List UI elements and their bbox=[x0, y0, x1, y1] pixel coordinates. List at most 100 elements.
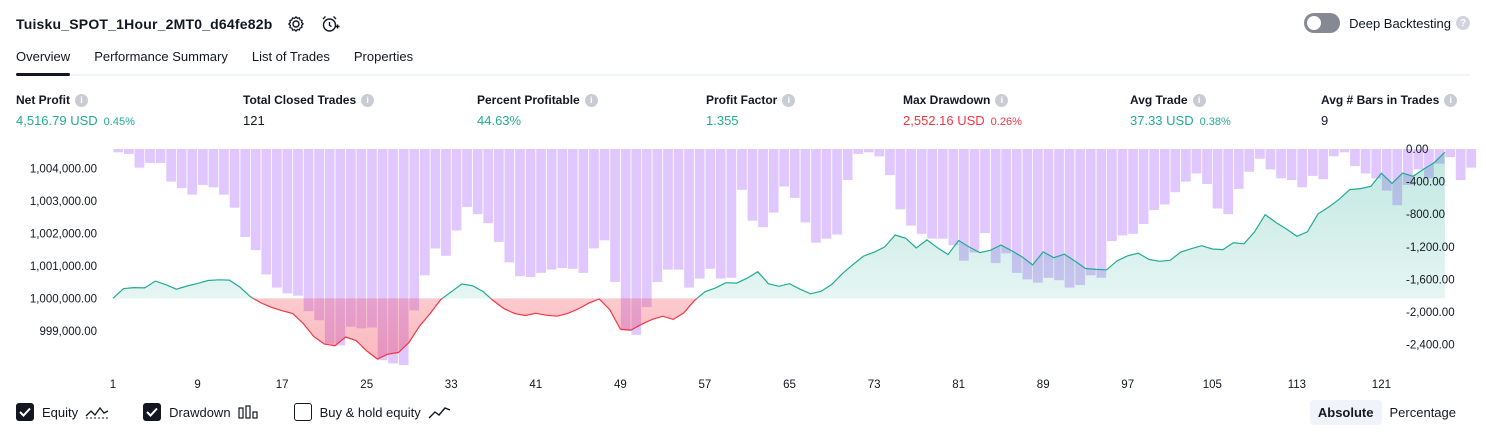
drawdown-bar bbox=[1297, 149, 1308, 188]
drawdown-bar bbox=[589, 149, 599, 249]
info-icon[interactable]: i bbox=[1444, 93, 1458, 107]
metric-label: Net Profit bbox=[16, 93, 70, 107]
drawdown-bar bbox=[599, 149, 610, 241]
info-icon[interactable]: i bbox=[75, 93, 88, 107]
drawdown-bar bbox=[832, 149, 842, 235]
equity-tick-label: 999,000.00 bbox=[39, 326, 97, 338]
drawdown-bar bbox=[430, 149, 441, 249]
equity-axis: 1,004,000.00 1,003,000.00 1,002,000.00 1,00… bbox=[30, 164, 97, 338]
drawdown-bar bbox=[927, 149, 938, 239]
deep-backtesting-control: Deep Backtesting ? bbox=[1304, 13, 1470, 33]
deep-backtesting-toggle[interactable] bbox=[1304, 13, 1341, 33]
drawdown-bar bbox=[885, 149, 895, 176]
settings-icon[interactable] bbox=[286, 14, 306, 34]
drawdown-bar bbox=[641, 149, 652, 308]
drawdown-bar bbox=[1286, 149, 1297, 180]
metric-label: Max Drawdown bbox=[903, 93, 991, 107]
info-icon[interactable]: i bbox=[361, 93, 375, 107]
tab-overview[interactable]: Overview bbox=[16, 46, 71, 76]
trade-tick-label: 17 bbox=[276, 379, 289, 391]
info-icon[interactable]: i bbox=[782, 93, 796, 107]
drawdown-bar bbox=[726, 149, 737, 278]
drawdown-bar bbox=[187, 149, 198, 195]
drawdown-bar bbox=[874, 149, 885, 157]
drawdown-bar bbox=[842, 149, 853, 180]
scale-mode-switch: Absolute Percentage bbox=[1309, 400, 1465, 425]
drawdown-bar bbox=[504, 149, 515, 263]
drawdown-bar bbox=[282, 149, 293, 294]
equity-checkbox[interactable] bbox=[16, 403, 34, 421]
info-icon[interactable]: i bbox=[584, 93, 598, 107]
legend-drawdown: Drawdown bbox=[143, 403, 259, 421]
drawdown-bar bbox=[1159, 149, 1170, 205]
drawdown-bar bbox=[557, 149, 568, 268]
drawdown-tick-label: -1,600.00 bbox=[1406, 274, 1455, 286]
buy-hold-checkbox[interactable] bbox=[293, 403, 312, 421]
drawdown-checkbox[interactable] bbox=[143, 403, 162, 421]
drawdown-bar bbox=[420, 149, 430, 276]
help-icon[interactable]: ? bbox=[1456, 16, 1470, 30]
drawdown-bar bbox=[1350, 149, 1360, 167]
drawdown-bar bbox=[494, 149, 504, 242]
drawdown-bar bbox=[1244, 149, 1255, 172]
drawdown-bar bbox=[1329, 149, 1339, 157]
drawdown-bar bbox=[747, 149, 758, 221]
drawdown-bar bbox=[1276, 149, 1286, 179]
metric-profit-factor: Profit Factor i 1.355 bbox=[706, 93, 796, 128]
metric-net-profit: Net Profit i 4,516.79 USD 0.45% bbox=[16, 93, 135, 128]
drawdown-bar bbox=[800, 149, 811, 223]
metric-total-closed-trades: Total Closed Trades i 121 bbox=[243, 93, 375, 128]
drawdown-label: Drawdown bbox=[169, 404, 231, 420]
drawdown-bar bbox=[1001, 149, 1012, 254]
drawdown-bar bbox=[1107, 149, 1117, 242]
drawdown-bar bbox=[789, 149, 800, 198]
add-alert-icon[interactable] bbox=[320, 14, 340, 34]
drawdown-tick-label: -400.00 bbox=[1406, 177, 1445, 189]
drawdown-bar bbox=[673, 149, 684, 270]
drawdown-bar bbox=[483, 149, 494, 224]
metric-avg-trade: Avg Trade i 37.33 USD 0.38% bbox=[1130, 93, 1231, 128]
drawdown-bar bbox=[1455, 149, 1466, 180]
drawdown-bar bbox=[1181, 149, 1191, 182]
metric-value: 1.355 bbox=[706, 113, 739, 128]
drawdown-bar bbox=[969, 149, 980, 253]
trade-tick-label: 65 bbox=[783, 379, 796, 391]
drawdown-bar bbox=[1202, 149, 1212, 184]
drawdown-bar bbox=[663, 149, 673, 270]
strategy-title: Tuisku_SPOT_1Hour_2MT0_d64fe82b bbox=[16, 16, 273, 32]
legend-buy-hold: Buy & hold equity bbox=[293, 403, 452, 421]
drawdown-bar bbox=[451, 149, 462, 231]
trade-tick-label: 25 bbox=[360, 379, 373, 391]
tab-list-of-trades[interactable]: List of Trades bbox=[252, 46, 330, 74]
drawdown-bar bbox=[409, 149, 420, 311]
drawdown-bar bbox=[853, 149, 864, 154]
drawdown-bar bbox=[1128, 149, 1138, 234]
metric-value: 121 bbox=[243, 113, 265, 128]
info-icon[interactable]: i bbox=[995, 93, 1009, 107]
absolute-button[interactable]: Absolute bbox=[1309, 400, 1382, 425]
tab-performance-summary[interactable]: Performance Summary bbox=[94, 46, 228, 74]
drawdown-bar bbox=[863, 149, 874, 153]
tab-properties[interactable]: Properties bbox=[354, 46, 413, 74]
drawdown-bar bbox=[980, 149, 990, 233]
metric-percent-profitable: Percent Profitable i 44.63% bbox=[477, 93, 598, 128]
drawdown-bar bbox=[1170, 149, 1181, 193]
info-icon[interactable]: i bbox=[1192, 93, 1206, 107]
metric-percent: 0.45% bbox=[103, 116, 135, 128]
drawdown-bar bbox=[515, 149, 525, 277]
drawdown-bar bbox=[314, 149, 325, 321]
drawdown-bar bbox=[124, 149, 134, 154]
bars-icon bbox=[237, 405, 260, 419]
metric-label: Profit Factor bbox=[706, 93, 778, 107]
trade-tick-label: 49 bbox=[614, 379, 627, 391]
metric-label: Percent Profitable bbox=[477, 93, 580, 107]
drawdown-bar bbox=[155, 149, 166, 163]
percentage-button[interactable]: Percentage bbox=[1382, 400, 1465, 425]
drawdown-bar bbox=[462, 149, 472, 207]
trend-line-icon bbox=[428, 405, 452, 419]
metric-avg-bars-in-trades: Avg # Bars in Trades i 9 bbox=[1321, 93, 1458, 128]
equity-drawdown-chart[interactable]: 1,004,000.00 1,003,000.00 1,002,000.00 1,00… bbox=[0, 140, 1486, 392]
metric-percent: 0.26% bbox=[990, 116, 1022, 128]
trade-tick-label: 9 bbox=[194, 379, 200, 391]
equity-line-icon bbox=[85, 405, 109, 419]
